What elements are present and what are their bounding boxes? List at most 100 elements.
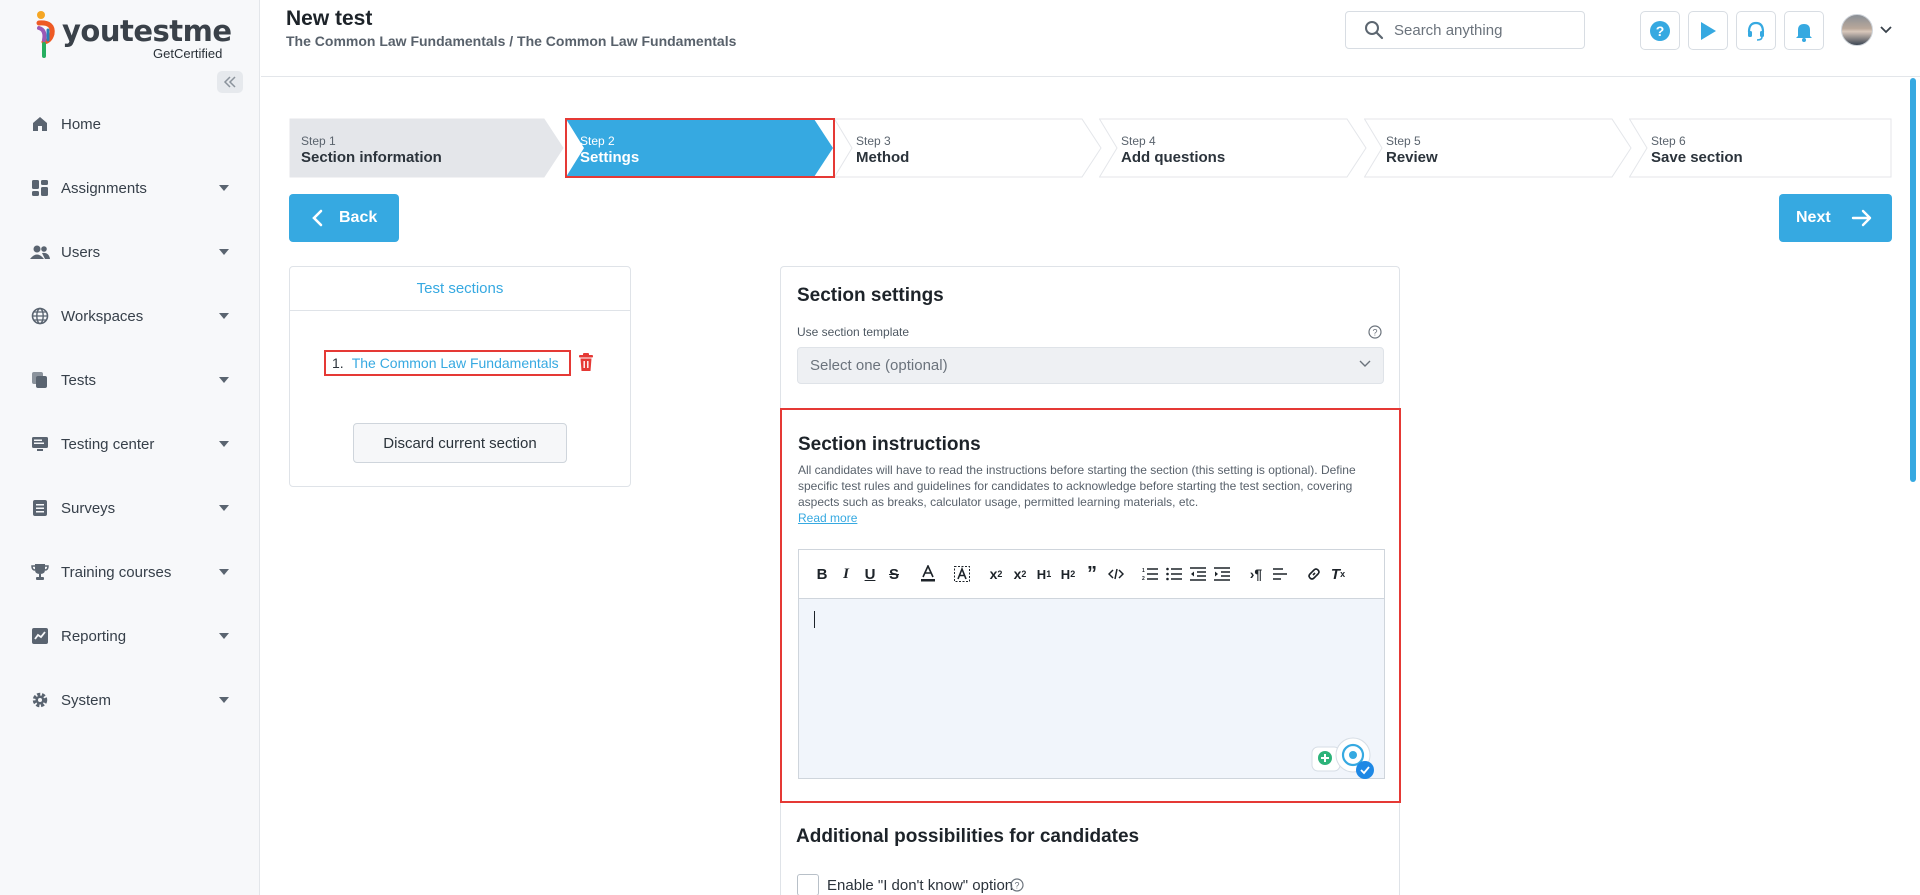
grammar-assistant-icon[interactable] [1311, 737, 1377, 781]
trash-icon[interactable] [577, 352, 595, 372]
section-template-select[interactable]: Select one (optional) [797, 347, 1384, 384]
sidebar-item-label: Home [61, 115, 102, 133]
brand-subtitle: GetCertified [153, 46, 223, 61]
double-chevron-left-icon [223, 76, 236, 88]
step-add-questions[interactable]: Step 4 Add questions [1099, 118, 1367, 178]
help-icon: ? [1650, 20, 1670, 41]
sidebar-item-label: Workspaces [61, 307, 144, 325]
font-color-icon[interactable] [917, 562, 939, 586]
sidebar-item-tests[interactable]: Tests [0, 348, 259, 412]
svg-text:?: ? [1372, 328, 1377, 338]
page-scrollbar[interactable] [1910, 78, 1916, 482]
indent-icon[interactable] [1211, 562, 1233, 586]
arrow-right-icon [1851, 209, 1871, 227]
search-input[interactable]: Search anything [1345, 11, 1585, 49]
underline-icon[interactable]: U [859, 562, 881, 586]
sidebar-item-label: Surveys [61, 499, 116, 517]
gear-icon [30, 690, 50, 710]
sidebar-item-system[interactable]: System [0, 668, 259, 732]
step-save-section[interactable]: Step 6 Save section [1629, 118, 1892, 178]
play-icon [1701, 21, 1716, 40]
test-sections-panel: Test sections 1. The Common Law Fundamen… [289, 266, 631, 487]
sidebar: youtestme GetCertified Home Assignments … [0, 0, 260, 895]
sidebar-item-label: System [61, 691, 112, 709]
instructions-editor-input[interactable] [799, 599, 1384, 781]
sidebar-item-label: Users [61, 243, 101, 261]
template-label: Use section template [797, 325, 910, 339]
subscript-icon[interactable]: x2 [985, 562, 1007, 586]
discard-section-button[interactable]: Discard current section [353, 423, 567, 463]
logo[interactable]: youtestme GetCertified [34, 10, 232, 61]
heading1-icon[interactable]: H1 [1033, 562, 1055, 586]
section-number: 1. [332, 355, 344, 371]
support-button[interactable] [1736, 11, 1776, 50]
quote-icon[interactable]: ” [1081, 562, 1103, 586]
monitor-icon [30, 434, 50, 454]
globe-icon [30, 306, 50, 326]
step-number: Step 3 [856, 134, 891, 148]
section-instructions-description: All candidates will have to read the ins… [798, 463, 1356, 509]
align-icon[interactable] [1269, 562, 1291, 586]
outdent-icon[interactable] [1187, 562, 1209, 586]
step-settings[interactable]: Step 2 Settings [566, 118, 834, 178]
bold-icon[interactable]: B [811, 562, 833, 586]
italic-icon[interactable]: I [835, 562, 857, 586]
section-name: The Common Law Fundamentals [351, 355, 559, 371]
caret-down-icon [219, 633, 229, 639]
step-section-information[interactable]: Step 1 Section information [289, 118, 564, 178]
rich-text-editor: B I U S x2 x2 H1 H2 ” 12 ›¶ T x [798, 549, 1385, 779]
step-label: Save section [1651, 149, 1743, 166]
clear-format-icon[interactable]: Tx [1327, 562, 1349, 586]
chevron-down-icon[interactable] [1880, 26, 1892, 34]
back-button-label: Back [339, 209, 378, 226]
sidebar-item-label: Reporting [61, 627, 127, 645]
sidebar-item-assignments[interactable]: Assignments [0, 156, 259, 220]
strikethrough-icon[interactable]: S [883, 562, 905, 586]
svg-text:2: 2 [1142, 576, 1145, 581]
sidebar-item-testing-center[interactable]: Testing center [0, 412, 259, 476]
video-tutorial-button[interactable] [1688, 11, 1728, 50]
search-placeholder: Search anything [1394, 21, 1503, 39]
next-button[interactable]: Next [1779, 194, 1892, 242]
text-direction-icon[interactable]: ›¶ [1245, 562, 1267, 586]
link-icon[interactable] [1303, 562, 1325, 586]
brand-name: youtestme [62, 14, 232, 48]
top-header: New test The Common Law Fundamentals / T… [261, 0, 1920, 77]
sidebar-item-label: Training courses [61, 563, 172, 581]
help-circle-icon[interactable]: ? [1368, 325, 1382, 339]
sidebar-item-users[interactable]: Users [0, 220, 259, 284]
step-label: Add questions [1121, 149, 1226, 166]
caret-down-icon [219, 377, 229, 383]
notifications-button[interactable] [1784, 11, 1824, 50]
sidebar-item-surveys[interactable]: Surveys [0, 476, 259, 540]
text-cursor [814, 611, 815, 628]
help-circle-icon[interactable]: ? [1010, 878, 1024, 892]
sidebar-item-home[interactable]: Home [0, 92, 259, 156]
read-more-link[interactable]: Read more [798, 511, 857, 525]
heading2-icon[interactable]: H2 [1057, 562, 1079, 586]
home-icon [30, 114, 50, 134]
headset-icon [1747, 21, 1765, 41]
sidebar-item-reporting[interactable]: Reporting [0, 604, 259, 668]
caret-down-icon [219, 441, 229, 447]
superscript-icon[interactable]: x2 [1009, 562, 1031, 586]
bullet-list-icon[interactable] [1163, 562, 1185, 586]
step-method[interactable]: Step 3 Method [834, 118, 1102, 178]
copy-icon [30, 370, 50, 390]
sidebar-item-training-courses[interactable]: Training courses [0, 540, 259, 604]
step-review[interactable]: Step 5 Review [1364, 118, 1632, 178]
ordered-list-icon[interactable]: 12 [1139, 562, 1161, 586]
back-button[interactable]: Back [289, 194, 399, 242]
avatar[interactable] [1841, 14, 1873, 46]
trophy-icon [30, 562, 50, 582]
help-button[interactable]: ? [1640, 11, 1680, 50]
highlight-color-icon[interactable] [951, 562, 973, 586]
step-label: Review [1386, 149, 1438, 166]
step-label: Method [856, 149, 910, 166]
i-dont-know-checkbox[interactable] [797, 874, 819, 895]
sidebar-item-workspaces[interactable]: Workspaces [0, 284, 259, 348]
collapse-sidebar-button[interactable] [217, 71, 243, 93]
sidebar-item-label: Assignments [61, 179, 147, 197]
section-link[interactable]: 1. The Common Law Fundamentals [324, 350, 571, 376]
code-icon[interactable] [1105, 562, 1127, 586]
